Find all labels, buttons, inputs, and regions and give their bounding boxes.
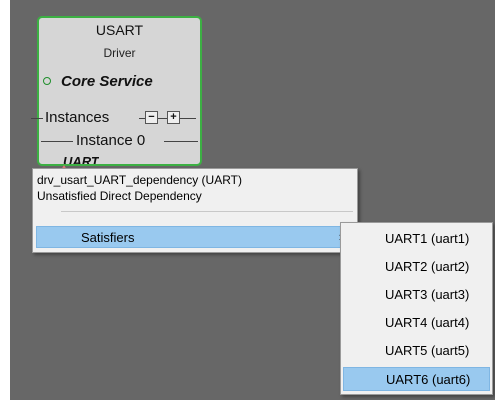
design-canvas[interactable]: USART Driver Core Service Instances − + …	[10, 0, 495, 400]
submenu-item-uart1[interactable]: UART1 (uart1)	[343, 227, 490, 251]
dependency-title: drv_usart_UART_dependency (UART)	[37, 173, 242, 187]
submenu-item-uart2[interactable]: UART2 (uart2)	[343, 255, 490, 279]
submenu-item-uart3[interactable]: UART3 (uart3)	[343, 283, 490, 307]
instances-line-left	[31, 118, 43, 119]
instances-line-mid2	[158, 118, 167, 119]
status-circle-icon	[43, 77, 51, 85]
remove-instance-button[interactable]: −	[145, 111, 158, 124]
instance-dependency-name: UART	[63, 154, 99, 164]
submenu-item-label: UART6 (uart6)	[386, 372, 471, 387]
dependency-context-menu: drv_usart_UART_dependency (UART) Unsatis…	[32, 168, 358, 253]
satisfiers-label: Satisfiers	[81, 230, 135, 245]
instances-label: Instances	[43, 109, 112, 126]
instance-0-label: Instance 0	[73, 132, 149, 149]
submenu-item-label: UART2 (uart2)	[385, 259, 470, 274]
instance-0-header[interactable]: Instance 0	[39, 132, 200, 150]
submenu-item-uart5[interactable]: UART5 (uart5)	[343, 339, 490, 363]
dependency-status: Unsatisfied Direct Dependency	[37, 189, 202, 203]
component-subtitle: Driver	[103, 46, 136, 60]
add-instance-button[interactable]: +	[167, 111, 180, 124]
submenu-item-uart4[interactable]: UART4 (uart4)	[343, 311, 490, 335]
core-service-row[interactable]: Core Service	[43, 71, 153, 91]
instances-row: Instances − +	[31, 109, 206, 127]
submenu-item-label: UART1 (uart1)	[385, 231, 470, 246]
menu-separator	[61, 211, 353, 212]
submenu-item-uart6[interactable]: UART6 (uart6)	[343, 367, 490, 391]
usart-component-block[interactable]: USART Driver Core Service Instances − + …	[31, 16, 202, 175]
core-service-label: Core Service	[61, 72, 153, 90]
submenu-item-label: UART4 (uart4)	[385, 315, 470, 330]
submenu-item-label: UART3 (uart3)	[385, 287, 470, 302]
satisfiers-submenu: UART1 (uart1) UART2 (uart2) UART3 (uart3…	[340, 222, 493, 395]
satisfiers-menu-item[interactable]: Satisfiers ›	[36, 226, 354, 248]
component-title: USART	[95, 22, 144, 38]
instance-line-left	[41, 141, 73, 142]
submenu-item-label: UART5 (uart5)	[385, 343, 470, 358]
instance-line-right	[164, 141, 198, 142]
instances-line-right	[180, 118, 196, 119]
